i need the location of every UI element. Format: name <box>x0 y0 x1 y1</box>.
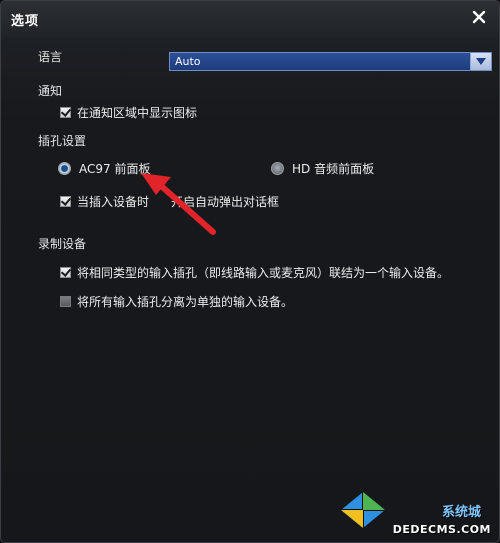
watermark-text: 系统城 <box>441 505 481 520</box>
dropdown-button[interactable] <box>470 53 491 70</box>
hd-audio-radio[interactable] <box>271 162 284 175</box>
auto-popup-option[interactable]: 当插入设备时 开启自动弹出对话框 <box>60 193 279 210</box>
hd-audio-label: HD 音频前面板 <box>292 162 375 176</box>
title-bar[interactable]: 选项 <box>1 1 499 37</box>
show-icon-checkbox[interactable] <box>60 107 71 118</box>
chevron-down-icon <box>476 58 486 65</box>
auto-popup-label-part1: 当插入设备时 <box>77 195 150 209</box>
separate-inputs-option[interactable]: 将所有输入插孔分离为单独的输入设备。 <box>60 293 293 310</box>
ac97-label: AC97 前面板 <box>79 162 151 176</box>
auto-popup-label-part2: 开启自动弹出对话框 <box>171 195 280 209</box>
language-selected-value: Auto <box>175 55 201 68</box>
language-label: 语言 <box>38 50 63 64</box>
hd-audio-option[interactable]: HD 音频前面板 <box>271 160 374 177</box>
windows-logo-icon <box>341 492 385 528</box>
language-dropdown[interactable]: Auto <box>169 52 492 71</box>
auto-popup-checkbox[interactable] <box>60 196 71 207</box>
show-icon-label: 在通知区域中显示图标 <box>77 106 198 120</box>
ac97-option[interactable]: AC97 前面板 <box>58 160 150 177</box>
jack-section-label: 插孔设置 <box>38 134 87 148</box>
combine-inputs-checkbox[interactable] <box>60 267 71 278</box>
watermark: 系统城 DEDECMS.COM <box>339 476 499 542</box>
separate-inputs-checkbox[interactable] <box>60 296 71 307</box>
record-section-label: 录制设备 <box>38 237 87 251</box>
dialog-title: 选项 <box>11 14 40 29</box>
ac97-radio[interactable] <box>58 162 71 175</box>
show-icon-option[interactable]: 在通知区域中显示图标 <box>60 104 197 121</box>
separate-inputs-label: 将所有输入插孔分离为单独的输入设备。 <box>77 295 294 309</box>
close-icon[interactable] <box>471 9 487 25</box>
combine-inputs-option[interactable]: 将相同类型的输入插孔（即线路输入或麦克风）联结为一个输入设备。 <box>60 264 449 281</box>
combine-inputs-label: 将相同类型的输入插孔（即线路输入或麦克风）联结为一个输入设备。 <box>77 266 450 280</box>
notify-section-label: 通知 <box>38 84 63 98</box>
watermark-domain: DEDECMS.COM <box>392 523 491 536</box>
options-dialog: 选项 语言 Auto 通知 在通知区域中显示图标 插孔设置 AC97 前面板 H… <box>0 0 500 543</box>
